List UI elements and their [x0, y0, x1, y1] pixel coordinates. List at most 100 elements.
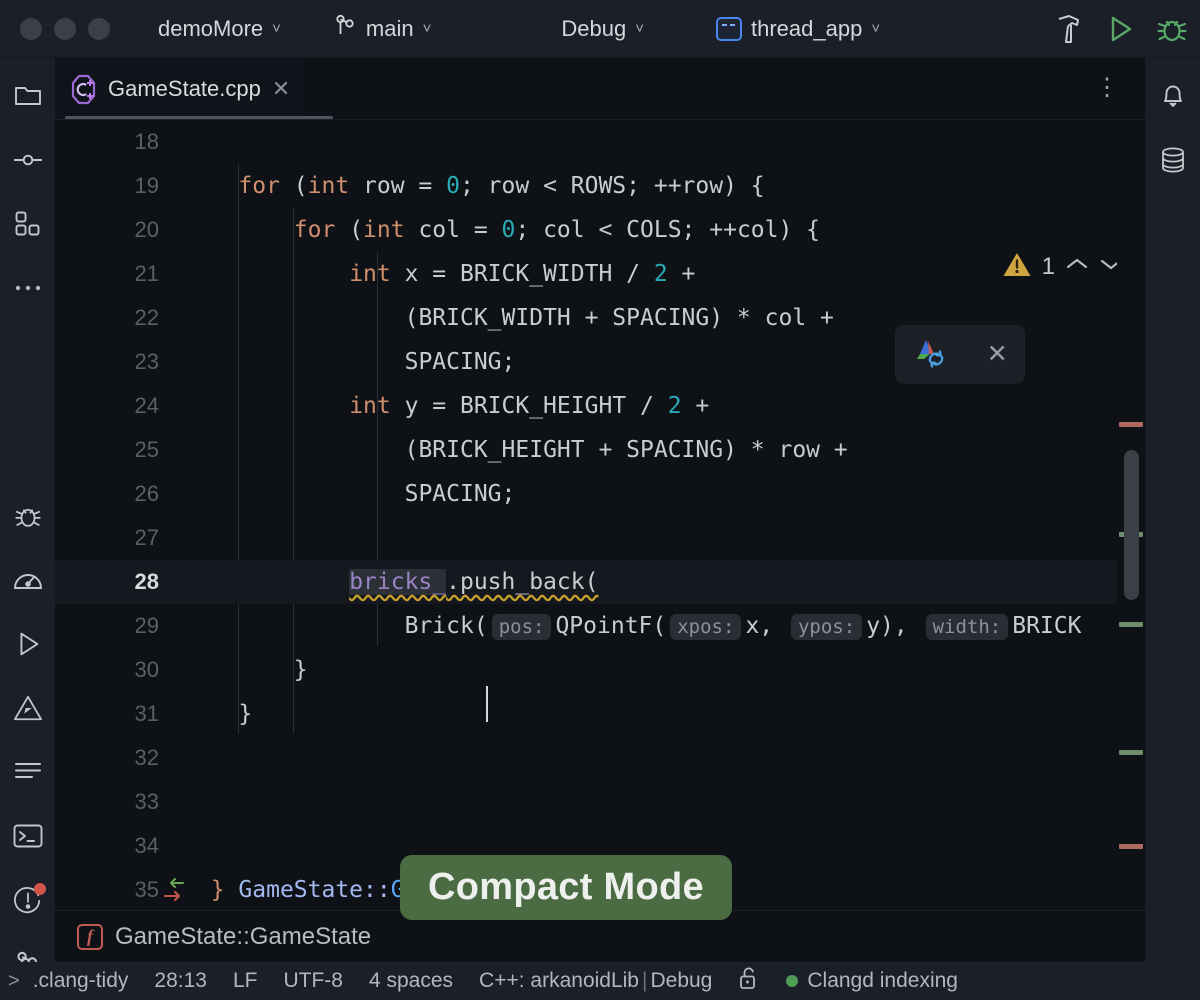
line-number[interactable]: 23 — [55, 340, 159, 384]
line-number[interactable]: 30 — [55, 648, 159, 692]
code-line[interactable]: 32 — [55, 736, 1145, 780]
line-number[interactable]: 33 — [55, 780, 159, 824]
line-number[interactable]: 26 — [55, 472, 159, 516]
scrollbar-change-marker[interactable] — [1119, 844, 1143, 849]
line-number[interactable]: 21 — [55, 252, 159, 296]
status-indicator-dot — [786, 975, 799, 987]
sidebar-item-database[interactable] — [1151, 138, 1195, 182]
line-number[interactable]: 19 — [55, 164, 159, 208]
line-number[interactable]: 35 — [55, 868, 159, 910]
ai-assistant-refresh-icon[interactable] — [912, 334, 952, 375]
code-line[interactable]: 25 (BRICK_HEIGHT + SPACING) * row + — [55, 428, 1145, 472]
sidebar-item-run[interactable] — [6, 622, 50, 666]
line-number[interactable]: 27 — [55, 516, 159, 560]
run-configuration-label: thread_app — [750, 15, 863, 41]
status-encoding[interactable]: UTF-8 — [270, 969, 356, 993]
parameter-hint: pos: — [491, 614, 552, 640]
sidebar-item-project[interactable] — [6, 74, 50, 118]
line-number[interactable]: 31 — [55, 692, 159, 736]
line-number[interactable]: 29 — [55, 604, 159, 648]
ai-assistant-popup[interactable]: ✕ — [895, 325, 1025, 384]
code-line[interactable]: 21 int x = BRICK_WIDTH / 2 + — [55, 252, 1145, 296]
status-line-separator[interactable]: LF — [220, 969, 271, 993]
branch-selector[interactable]: main ˅ — [325, 11, 441, 47]
scrollbar-change-marker[interactable] — [1119, 622, 1143, 627]
code-token: ( — [279, 173, 308, 199]
status-caret-icon[interactable]: > — [0, 970, 20, 993]
code-token: ; col < COLS; ++col) { — [515, 217, 821, 243]
project-name-label: demoMore — [158, 15, 264, 41]
editor-tab-gamestate-cpp[interactable]: GameState.cpp ✕ — [55, 58, 305, 120]
code-token: + — [667, 261, 696, 287]
line-number[interactable]: 22 — [55, 296, 159, 340]
code-line[interactable]: 30} — [55, 648, 1145, 692]
code-line[interactable]: 33 — [55, 780, 1145, 824]
code-token: 2 — [667, 393, 682, 419]
status-inspection-profile[interactable]: .clang-tidy — [20, 969, 142, 993]
chevron-up-icon[interactable] — [1065, 256, 1089, 278]
sidebar-item-structure[interactable] — [6, 202, 50, 246]
sidebar-item-profiler[interactable] — [6, 558, 50, 602]
inspection-widget[interactable]: 1 — [1002, 251, 1123, 283]
sidebar-item-problems[interactable] — [6, 878, 50, 922]
line-number[interactable]: 20 — [55, 208, 159, 252]
code-line[interactable]: 31} — [55, 692, 1145, 736]
code-token: int — [349, 393, 391, 419]
sidebar-item-notifications[interactable] — [1151, 74, 1195, 118]
editor-scrollbar[interactable] — [1117, 120, 1145, 910]
code-token: Brick( — [404, 613, 488, 639]
code-token: (BRICK_HEIGHT + SPACING) * row + — [404, 437, 848, 463]
line-number[interactable]: 28 — [55, 560, 159, 604]
debug-button[interactable] — [1152, 9, 1192, 49]
window-maximize-button[interactable] — [88, 17, 110, 40]
code-line[interactable]: 29 Brick(pos: QPointF(xpos: x, ypos: y), wid… — [55, 604, 1145, 648]
status-cursor-position[interactable]: 28:13 — [141, 969, 220, 993]
code-token: + — [681, 393, 710, 419]
code-line[interactable]: 26 SPACING; — [55, 472, 1145, 516]
parameter-hint: ypos: — [790, 614, 863, 640]
close-icon[interactable]: ✕ — [272, 78, 290, 100]
gutter-marker-implemented[interactable] — [161, 877, 187, 903]
line-number[interactable]: 32 — [55, 736, 159, 780]
line-number[interactable]: 18 — [55, 120, 159, 164]
branch-name-label: main — [365, 15, 414, 41]
sidebar-item-debug[interactable] — [6, 494, 50, 538]
chevron-down-icon: ˅ — [871, 20, 881, 37]
code-token: bricks_ — [349, 569, 447, 595]
code-line[interactable]: 27 — [55, 516, 1145, 560]
left-tool-rail — [0, 58, 55, 1000]
code-line[interactable]: 24 int y = BRICK_HEIGHT / 2 + — [55, 384, 1145, 428]
status-toolchain-label: C++: arkanoidLib — [479, 969, 639, 992]
sidebar-item-todo[interactable] — [6, 750, 50, 794]
status-indent[interactable]: 4 spaces — [356, 969, 466, 993]
warning-triangle-icon — [1002, 251, 1032, 283]
more-options-icon[interactable]: ⋮ — [1095, 76, 1119, 100]
status-indexing[interactable]: Clangd indexing — [773, 969, 971, 993]
line-number[interactable]: 34 — [55, 824, 159, 868]
status-toolchain[interactable]: C++: arkanoidLib | Debug — [466, 969, 725, 993]
code-line[interactable]: 18 — [55, 120, 1145, 164]
code-line[interactable]: 19 for (int row = 0; row < ROWS; ++row) { — [55, 164, 1145, 208]
sidebar-item-terminal[interactable] — [6, 814, 50, 858]
run-configuration-selector[interactable]: thread_app ˅ — [706, 11, 890, 47]
project-selector[interactable]: demoMore ˅ — [148, 11, 291, 47]
close-icon[interactable]: ✕ — [987, 342, 1008, 367]
line-number[interactable]: 24 — [55, 384, 159, 428]
scrollbar-change-marker[interactable] — [1119, 422, 1143, 427]
sidebar-item-problems-warning[interactable] — [6, 686, 50, 730]
code-line[interactable]: 20 for (int col = 0; col < COLS; ++col) { — [55, 208, 1145, 252]
breadcrumb-label: GameState::GameState — [115, 922, 372, 950]
window-minimize-button[interactable] — [54, 17, 76, 40]
build-button[interactable] — [1048, 9, 1088, 49]
run-profile-selector[interactable]: Debug ˅ — [551, 11, 654, 47]
run-button[interactable] — [1100, 9, 1140, 49]
scrollbar-change-marker[interactable] — [1119, 750, 1143, 755]
unlocked-icon[interactable] — [725, 966, 773, 996]
line-number[interactable]: 25 — [55, 428, 159, 472]
code-line[interactable]: 28 bricks_.push_back( — [55, 560, 1145, 604]
code-canvas[interactable]: 18 19 for (int row = 0; row < ROWS; ++row)… — [55, 120, 1145, 910]
sidebar-item-commit[interactable] — [6, 138, 50, 182]
sidebar-item-more-tools[interactable] — [6, 266, 50, 310]
window-close-button[interactable] — [20, 17, 42, 40]
scrollbar-thumb[interactable] — [1124, 450, 1139, 600]
